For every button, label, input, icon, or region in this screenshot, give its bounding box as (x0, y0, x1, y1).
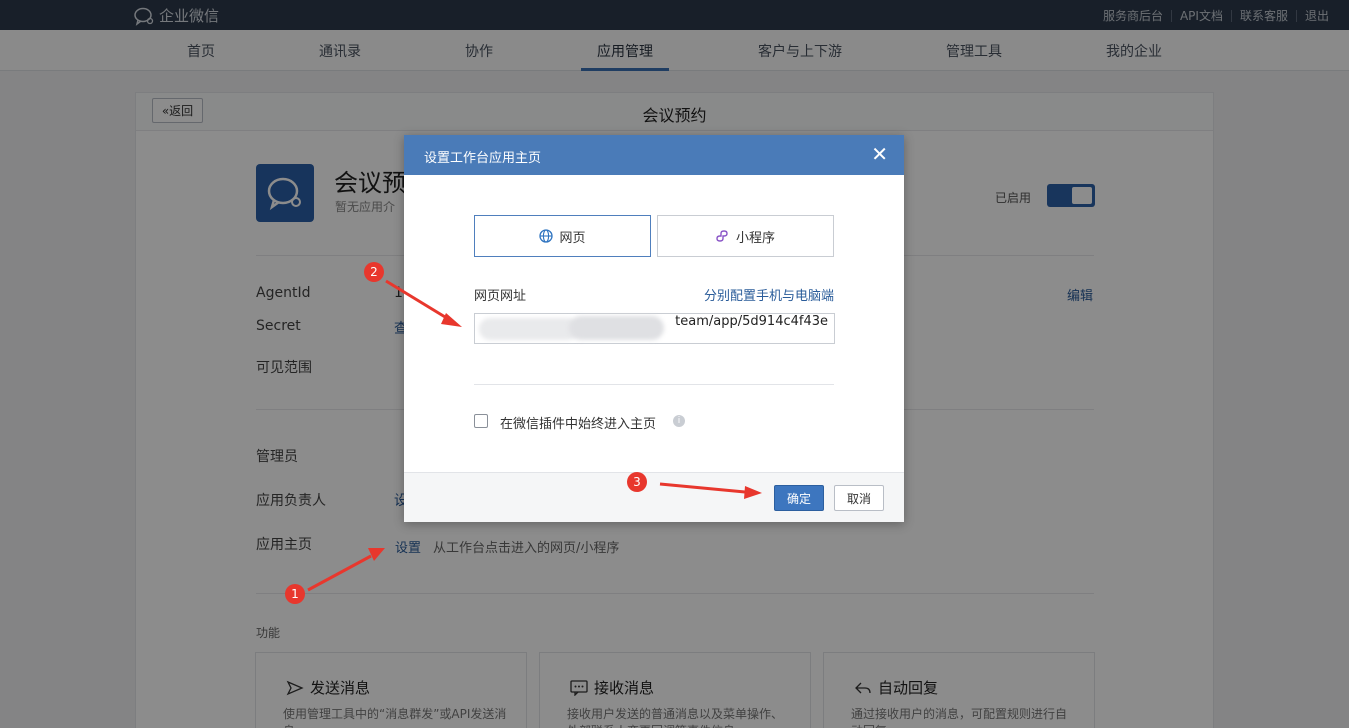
always-enter-homepage-checkbox[interactable] (474, 414, 488, 428)
dialog-title: 设置工作台应用主页 (424, 151, 542, 166)
split-config-link[interactable]: 分别配置手机与电脑端 (704, 285, 834, 304)
dialog-footer (404, 472, 904, 522)
step-marker-3: 3 (627, 472, 647, 492)
close-icon[interactable]: ✕ (871, 144, 888, 164)
info-icon[interactable]: i (673, 415, 685, 427)
redacted-blur (569, 316, 664, 340)
set-homepage-dialog: 设置工作台应用主页 ✕ 网页 小程序 网页网址 分别配置手机与电脑端 team/… (404, 135, 904, 522)
confirm-button[interactable]: 确定 (774, 485, 824, 511)
globe-icon (539, 229, 554, 243)
mini-program-icon (716, 230, 728, 242)
step-marker-2: 2 (364, 262, 384, 282)
cancel-button[interactable]: 取消 (834, 485, 884, 511)
always-enter-homepage-label[interactable]: 在微信插件中始终进入主页 (500, 413, 656, 432)
dialog-header: 设置工作台应用主页 ✕ (404, 135, 904, 175)
url-input-value: team/app/5d914c4f43e (675, 314, 828, 329)
tab-webpage[interactable]: 网页 (474, 215, 651, 257)
dialog-divider (474, 384, 834, 385)
tab-webpage-label: 网页 (559, 230, 586, 246)
tab-mini-program-label: 小程序 (735, 230, 775, 246)
step-marker-1: 1 (285, 584, 305, 604)
redacted-blur (479, 318, 579, 340)
tab-mini-program[interactable]: 小程序 (657, 215, 834, 257)
url-field-label: 网页网址 (474, 289, 527, 304)
